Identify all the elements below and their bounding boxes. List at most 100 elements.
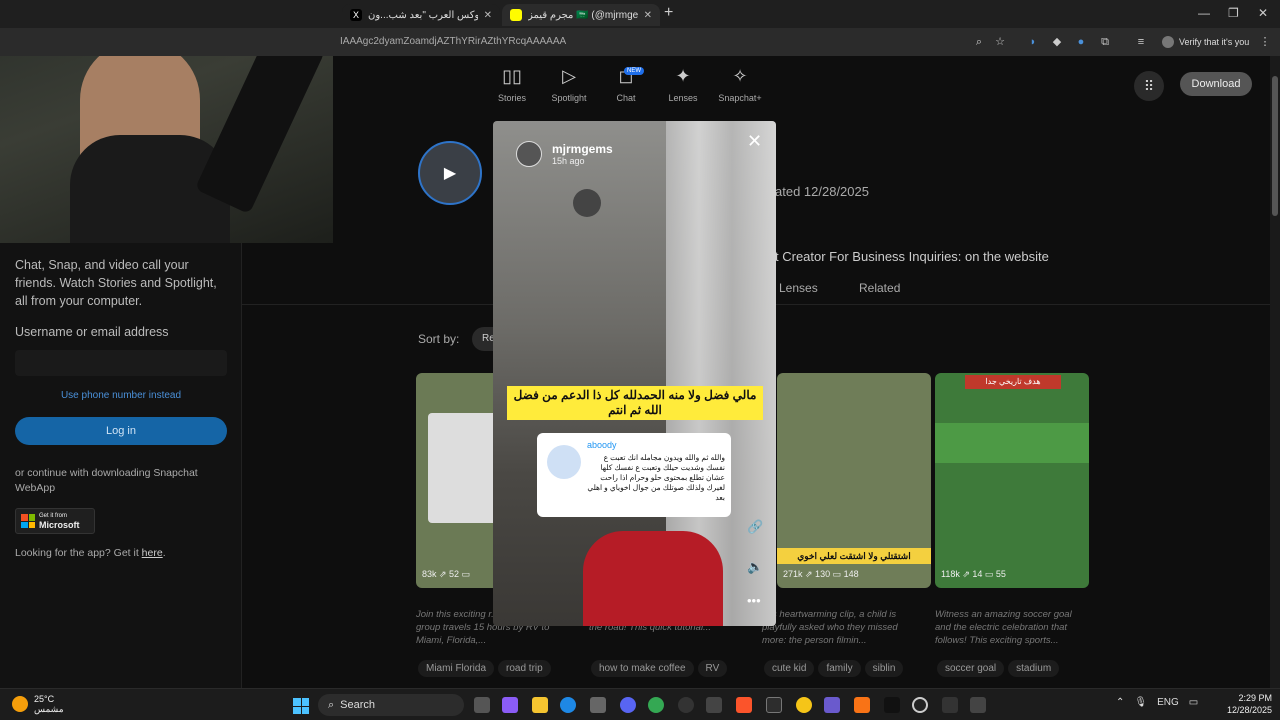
tag-chip[interactable]: family xyxy=(818,660,861,677)
minimize-icon[interactable]: — xyxy=(1198,6,1210,20)
close-window-icon[interactable]: ✕ xyxy=(1258,6,1268,20)
microsoft-logo-icon xyxy=(21,514,35,528)
nav-snapchat-plus[interactable]: ✧ Snapchat+ xyxy=(708,66,772,103)
edge-icon[interactable] xyxy=(560,697,576,713)
search-label: Search xyxy=(340,699,376,711)
tag-chip[interactable]: cute kid xyxy=(764,660,815,677)
apps-grid-button[interactable]: ⠿ xyxy=(1134,71,1164,101)
tag-chip[interactable]: road trip xyxy=(498,660,551,677)
extension-icon[interactable]: ◆ xyxy=(1050,35,1064,49)
menu-icon[interactable]: ⋮ xyxy=(1258,35,1272,49)
grid-icon: ⠿ xyxy=(1143,78,1155,94)
discord-icon[interactable] xyxy=(620,697,636,713)
restore-icon[interactable]: ❐ xyxy=(1228,6,1239,20)
tag-chip[interactable]: how to make coffee xyxy=(591,660,694,677)
profile-avatar[interactable]: ▶ xyxy=(418,141,482,205)
spotlight-icon: ▷ xyxy=(562,66,576,86)
tab-related[interactable]: Related xyxy=(859,281,900,295)
bookmark-star-icon[interactable]: ☆ xyxy=(993,35,1007,49)
network-icon[interactable]: ▭ xyxy=(1189,697,1198,708)
weather-widget[interactable]: 25°C مشمس xyxy=(12,694,64,714)
story-avatar[interactable] xyxy=(516,141,542,167)
close-icon[interactable]: ✕ xyxy=(644,10,652,21)
comment-username: aboody xyxy=(587,440,617,450)
extension-icon[interactable]: ◗ xyxy=(1026,35,1040,49)
store-icon[interactable] xyxy=(590,697,606,713)
zoom-icon[interactable]: ⌕ xyxy=(972,35,986,49)
weather-text: 25°C مشمس xyxy=(34,694,64,714)
taskbar-search[interactable]: ⌕ Search xyxy=(318,694,464,716)
microsoft-store-badge[interactable]: Get it from Microsoft xyxy=(15,508,95,534)
ms-badge-text: Get it from Microsoft xyxy=(39,513,80,530)
task-view-icon[interactable] xyxy=(474,697,490,713)
microphone-icon[interactable]: 🎙 xyxy=(1134,697,1147,708)
brave-icon[interactable] xyxy=(736,697,752,713)
story-red-jacket xyxy=(583,531,723,626)
close-icon[interactable]: ✕ xyxy=(484,10,492,21)
ms-badge-top: Get it from xyxy=(39,512,68,519)
speaker-icon[interactable]: 🔈 xyxy=(747,559,763,575)
tag-chip[interactable]: siblin xyxy=(864,660,904,677)
tab-lenses[interactable]: Lenses xyxy=(779,281,818,295)
username-input[interactable] xyxy=(15,350,227,376)
nav-spotlight[interactable]: ▷ Spotlight xyxy=(537,66,601,103)
app-icon[interactable] xyxy=(706,697,722,713)
more-icon[interactable]: ••• xyxy=(747,593,761,608)
weather-temp: 25°C xyxy=(34,694,55,704)
language-indicator[interactable]: ENG xyxy=(1157,697,1179,708)
copilot-icon[interactable] xyxy=(502,697,518,713)
username-label: Username or email address xyxy=(15,325,169,339)
address-bar: IAAAgc2dyamZoamdjAZThYRirAZthYRcqAAAAAA … xyxy=(0,28,1280,56)
clock[interactable]: 2:29 PM 12/28/2025 xyxy=(1222,692,1272,716)
tab-snapchat[interactable]: مجرم قيمز 🇸🇦 (@mjrmgems... ✕ xyxy=(502,4,660,26)
profile-label: Verify that it's you xyxy=(1179,37,1250,47)
tag-chip[interactable]: Miami Florida xyxy=(418,660,495,677)
obs-icon[interactable] xyxy=(912,697,928,713)
spotlight-card[interactable]: هدف تاريخي جدا 118k ⇗ 14 ▭ 55 xyxy=(935,373,1089,588)
chrome-icon[interactable] xyxy=(648,697,664,713)
file-explorer-icon[interactable] xyxy=(532,697,548,713)
extension-icon[interactable]: ● xyxy=(1074,35,1088,49)
new-tab-icon[interactable]: + xyxy=(664,4,673,22)
app-icon[interactable] xyxy=(824,697,840,713)
tab-x[interactable]: X اكس بوكس العرب "بعد شب...ون X ✕ xyxy=(342,4,500,26)
app-icon[interactable] xyxy=(942,697,958,713)
download-button[interactable]: Download xyxy=(1180,72,1252,96)
profile-button[interactable]: Verify that it's you xyxy=(1162,32,1249,52)
app-icon[interactable] xyxy=(796,697,812,713)
tag-chip[interactable]: stadium xyxy=(1008,660,1060,677)
story-username[interactable]: mjrmgems xyxy=(552,142,613,156)
card-thumbnail-field xyxy=(935,423,1089,463)
windows-start-icon[interactable] xyxy=(293,698,309,714)
story-viewer[interactable]: mjrmgems 15h ago ✕ مالي فضل ولا منه الحم… xyxy=(493,121,776,626)
sort-label: Sort by: xyxy=(418,332,460,346)
nav-stories[interactable]: ▯▯ Stories xyxy=(480,66,544,103)
tag-chip[interactable]: soccer goal xyxy=(937,660,1005,677)
media-icon[interactable]: ≡ xyxy=(1134,35,1148,49)
card-tags: soccer goal stadium xyxy=(937,660,1063,677)
browser-tabbar: X اكس بوكس العرب "بعد شب...ون X ✕ مجرم قيم… xyxy=(0,0,1280,28)
extensions-puzzle-icon[interactable]: ⧉ xyxy=(1098,35,1112,49)
app-icon[interactable] xyxy=(970,697,986,713)
scrollbar-thumb[interactable] xyxy=(1272,76,1278,216)
tiktok-icon[interactable] xyxy=(884,697,900,713)
xbox-icon[interactable] xyxy=(766,697,782,713)
tag-chip[interactable]: RV xyxy=(697,660,728,677)
story-time: 15h ago xyxy=(552,156,585,166)
app-icon[interactable] xyxy=(854,697,870,713)
nav-lenses[interactable]: ✦ Lenses xyxy=(651,66,715,103)
spotlight-card[interactable]: اشتقتلي ولا اشتقت لعلي اخوي 271k ⇗ 130 ▭… xyxy=(777,373,931,588)
nav-spotlight-label: Spotlight xyxy=(551,93,587,103)
chevron-up-icon[interactable]: ⌃ xyxy=(1116,697,1124,708)
card-description: Witness an amazing soccer goal and the e… xyxy=(935,609,1072,646)
get-app-link[interactable]: here xyxy=(142,547,163,559)
lenses-icon: ✦ xyxy=(675,66,691,86)
login-button[interactable]: Log in xyxy=(15,417,227,445)
card-overlay-text: اشتقتلي ولا اشتقت لعلي اخوي xyxy=(777,548,931,564)
page-scrollbar[interactable] xyxy=(1270,56,1280,688)
close-icon[interactable]: ✕ xyxy=(747,131,762,152)
phone-login-link[interactable]: Use phone number instead xyxy=(15,390,227,401)
app-icon[interactable] xyxy=(678,697,694,713)
url-field[interactable]: IAAAgc2dyamZoamdjAZThYRirAZthYRcqAAAAAA xyxy=(340,36,566,47)
link-icon[interactable]: 🔗 xyxy=(747,519,763,535)
